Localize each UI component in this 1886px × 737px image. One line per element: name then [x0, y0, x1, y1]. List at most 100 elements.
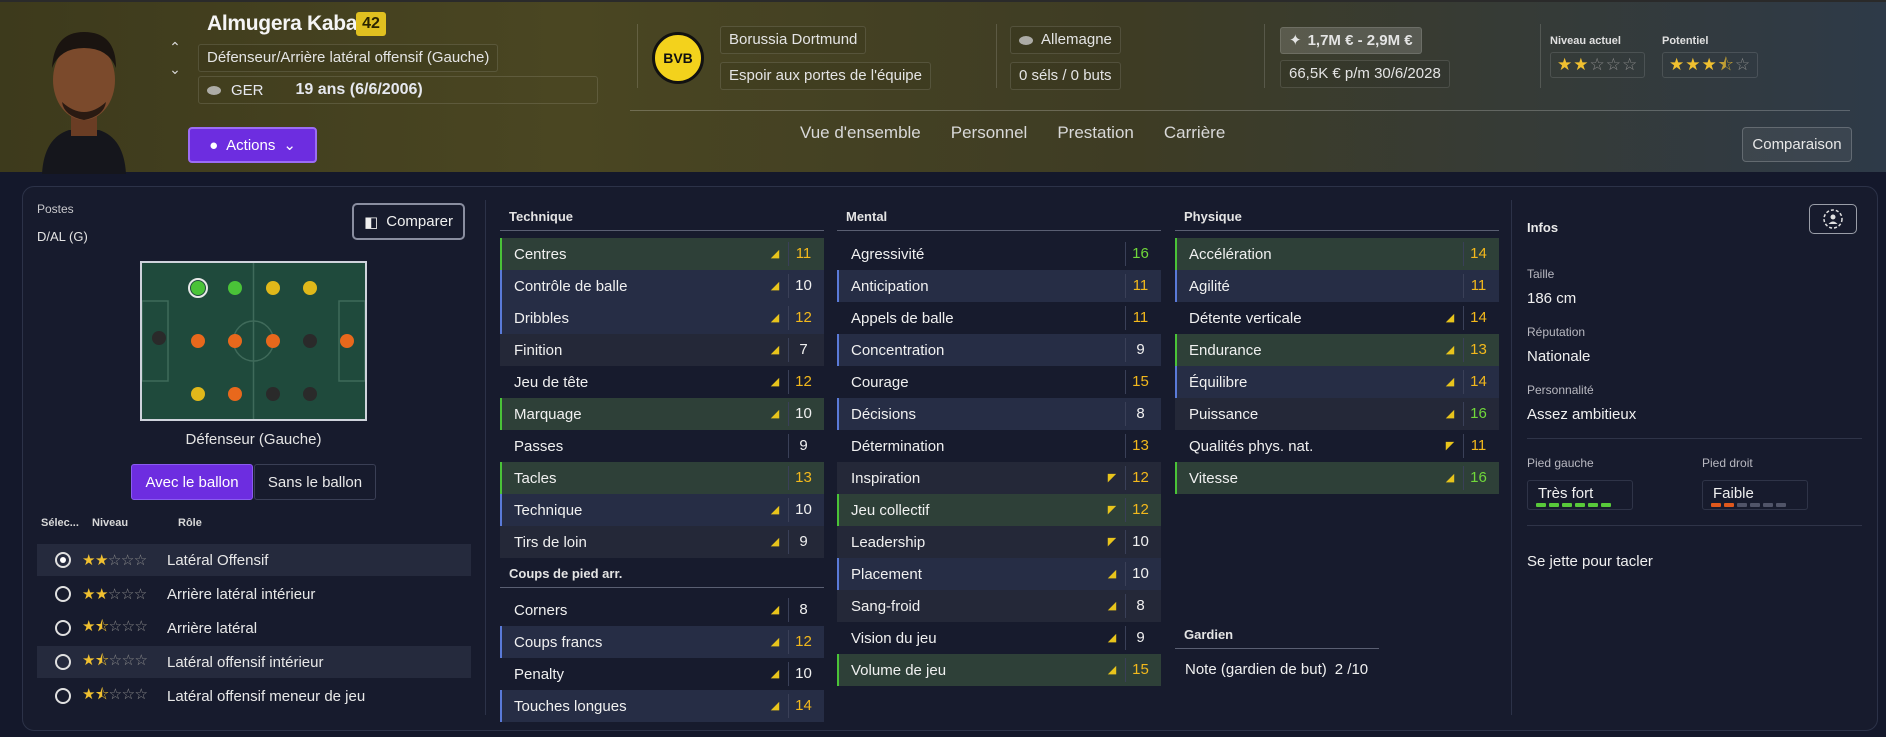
- attribute-row[interactable]: Technique ◢ 10: [500, 494, 824, 526]
- attribute-row[interactable]: Placement ◢ 10: [837, 558, 1161, 590]
- attribute-row[interactable]: Accélération 14: [1175, 238, 1499, 270]
- compare-icon: ◧: [364, 213, 379, 231]
- attribute-row[interactable]: Concentration 9: [837, 334, 1161, 366]
- player-navigation: ⌃ ⌄: [166, 36, 184, 80]
- position-dot[interactable]: [191, 387, 205, 401]
- attribute-row[interactable]: Dribbles ◢ 12: [500, 302, 824, 334]
- potential-label: Potentiel: [1662, 35, 1709, 47]
- role-row[interactable]: ★★☆☆☆ Arrière latéral intérieur: [37, 578, 471, 610]
- previous-player-icon[interactable]: ⌃: [166, 36, 184, 58]
- club-status: Espoir aux portes de l'équipe: [720, 62, 931, 90]
- trend-down-icon: ◤: [1107, 504, 1117, 516]
- role-row[interactable]: ★⯪☆☆☆ Latéral offensif intérieur: [37, 646, 471, 678]
- role-radio[interactable]: [55, 552, 71, 568]
- key-attribute-marker: [500, 238, 502, 270]
- position-dot[interactable]: [340, 334, 354, 348]
- attribute-row[interactable]: Vision du jeu ◢ 9: [837, 622, 1161, 654]
- attribute-row[interactable]: Corners ◢ 8: [500, 594, 824, 626]
- attribute-row[interactable]: Équilibre ◢ 14: [1175, 366, 1499, 398]
- left-foot-value: Très fort: [1538, 485, 1594, 502]
- attribute-row[interactable]: Appels de balle 11: [837, 302, 1161, 334]
- attribute-row[interactable]: Tirs de loin ◢ 9: [500, 526, 824, 558]
- attribute-row[interactable]: Agilité 11: [1175, 270, 1499, 302]
- attribute-row[interactable]: Courage 15: [837, 366, 1161, 398]
- attribute-row[interactable]: Détermination 13: [837, 430, 1161, 462]
- role-row[interactable]: ★★☆☆☆ Latéral Offensif: [37, 544, 471, 576]
- personality-button[interactable]: [1809, 204, 1857, 234]
- player-trait: Se jette pour tacler: [1527, 553, 1653, 570]
- attribute-row[interactable]: Jeu collectif ◤ 12: [837, 494, 1161, 526]
- attribute-row[interactable]: Qualités phys. nat. ◤ 11: [1175, 430, 1499, 462]
- position-dot[interactable]: [228, 334, 242, 348]
- attribute-row[interactable]: Marquage ◢ 10: [500, 398, 824, 430]
- attribute-row[interactable]: Tacles 13: [500, 462, 824, 494]
- attribute-row[interactable]: Leadership ◤ 10: [837, 526, 1161, 558]
- role-row[interactable]: ★⯪☆☆☆ Latéral offensif meneur de jeu: [37, 680, 471, 712]
- col-select-header[interactable]: Sélec...: [41, 517, 79, 529]
- position-dot[interactable]: [228, 281, 242, 295]
- attribute-name: Touches longues: [514, 697, 627, 715]
- position-dot-selected[interactable]: [188, 278, 208, 298]
- attribute-row[interactable]: Finition ◢ 7: [500, 334, 824, 366]
- position-dot[interactable]: [303, 334, 317, 348]
- attribute-row[interactable]: Inspiration ◤ 12: [837, 462, 1161, 494]
- attribute-row[interactable]: Endurance ◢ 13: [1175, 334, 1499, 366]
- attribute-row[interactable]: Centres ◢ 11: [500, 238, 824, 270]
- attribute-row[interactable]: Passes 9: [500, 430, 824, 462]
- actions-button[interactable]: ● Actions ⌄: [188, 127, 317, 163]
- role-radio[interactable]: [55, 688, 71, 704]
- transfer-value[interactable]: ✦ 1,7M € - 2,9M €: [1280, 27, 1422, 54]
- compare-button[interactable]: ◧ Comparer: [352, 203, 465, 240]
- without-ball-toggle[interactable]: Sans le ballon: [254, 464, 376, 500]
- tab-performance[interactable]: Prestation: [1057, 123, 1134, 143]
- position-dot[interactable]: [303, 281, 317, 295]
- role-radio[interactable]: [55, 620, 71, 636]
- with-ball-toggle[interactable]: Avec le ballon: [131, 464, 253, 500]
- attribute-row[interactable]: Décisions 8: [837, 398, 1161, 430]
- club-name[interactable]: Borussia Dortmund: [720, 26, 867, 54]
- role-radio[interactable]: [55, 654, 71, 670]
- position-dot[interactable]: [266, 334, 280, 348]
- comparison-button[interactable]: Comparaison: [1742, 127, 1852, 162]
- attribute-row[interactable]: Contrôle de balle ◢ 10: [500, 270, 824, 302]
- position-dot[interactable]: [191, 334, 205, 348]
- trend-up-icon: ◢: [770, 344, 780, 356]
- next-player-icon[interactable]: ⌄: [166, 58, 184, 80]
- col-role-header[interactable]: Rôle: [178, 517, 202, 529]
- attribute-row[interactable]: Coups francs ◢ 12: [500, 626, 824, 658]
- position-dot[interactable]: [303, 387, 317, 401]
- attribute-value: 10: [788, 274, 818, 298]
- tab-career[interactable]: Carrière: [1164, 123, 1225, 143]
- role-stars: ★⯪☆☆☆: [82, 617, 148, 635]
- attribute-row[interactable]: Sang-froid ◢ 8: [837, 590, 1161, 622]
- goalkeeper-note-label: Note (gardien de but): [1185, 660, 1327, 678]
- country-box[interactable]: Allemagne: [1010, 26, 1121, 54]
- technique-header: Technique: [500, 209, 824, 231]
- attribute-row[interactable]: Agressivité 16: [837, 238, 1161, 270]
- key-attribute-marker: [1175, 238, 1177, 270]
- attribute-row[interactable]: Anticipation 11: [837, 270, 1161, 302]
- club-crest[interactable]: BVB: [652, 32, 704, 84]
- role-row[interactable]: ★⯪☆☆☆ Arrière latéral: [37, 612, 471, 644]
- attribute-row[interactable]: Vitesse ◢ 16: [1175, 462, 1499, 494]
- trend-up-icon: ◢: [770, 636, 780, 648]
- tab-personal[interactable]: Personnel: [951, 123, 1028, 143]
- attribute-value: 15: [1125, 658, 1155, 682]
- tab-overview[interactable]: Vue d'ensemble: [800, 123, 921, 143]
- attribute-name: Finition: [514, 341, 563, 359]
- trend-down-icon: ◤: [1107, 536, 1117, 548]
- role-radio[interactable]: [55, 586, 71, 602]
- col-level-header[interactable]: Niveau: [92, 517, 128, 529]
- attribute-row[interactable]: Touches longues ◢ 14: [500, 690, 824, 722]
- attribute-row[interactable]: Penalty ◢ 10: [500, 658, 824, 690]
- contract-end: 30/6/2028: [1374, 65, 1441, 82]
- attribute-value: 7: [788, 338, 818, 362]
- position-dot[interactable]: [228, 387, 242, 401]
- attribute-row[interactable]: Détente verticale ◢ 14: [1175, 302, 1499, 334]
- attribute-row[interactable]: Puissance ◢ 16: [1175, 398, 1499, 430]
- position-dot[interactable]: [152, 331, 166, 345]
- attribute-row[interactable]: Jeu de tête ◢ 12: [500, 366, 824, 398]
- attribute-row[interactable]: Volume de jeu ◢ 15: [837, 654, 1161, 686]
- position-dot[interactable]: [266, 281, 280, 295]
- position-dot[interactable]: [266, 387, 280, 401]
